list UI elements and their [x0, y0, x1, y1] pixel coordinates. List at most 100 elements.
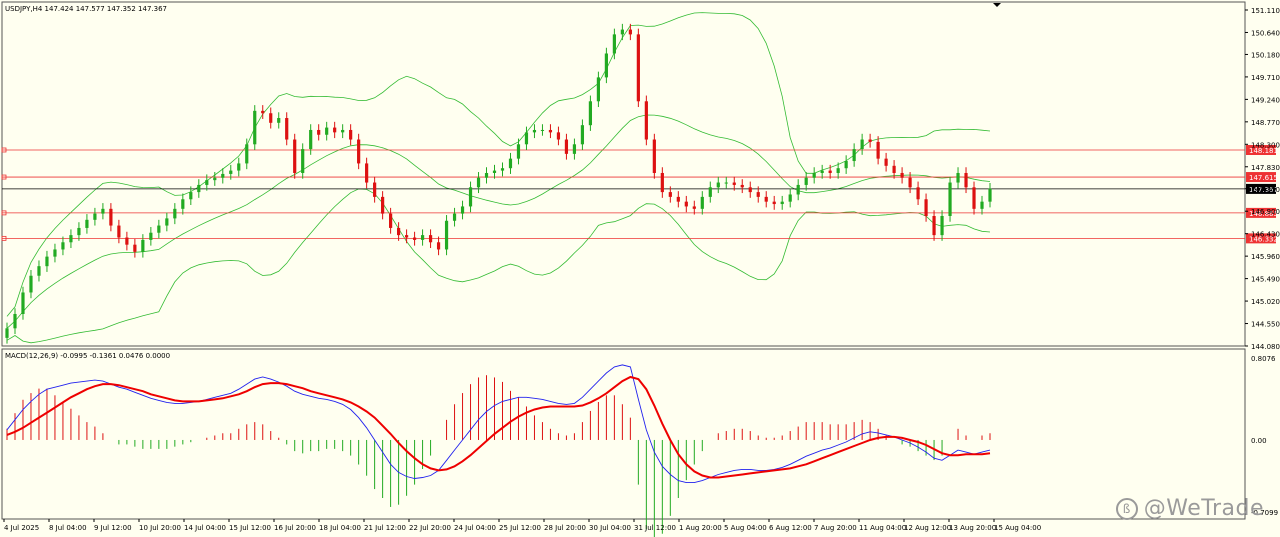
- candle-body: [476, 177, 481, 188]
- candle: [293, 133, 297, 179]
- watermark: ß @WeTrade: [1115, 496, 1264, 521]
- candle-body: [173, 208, 177, 219]
- time-tick-label: 8 Jul 04:00: [49, 524, 87, 532]
- candle-body: [572, 144, 577, 154]
- candle-body: [37, 266, 41, 276]
- candle-body: [532, 129, 537, 133]
- candle-body: [277, 118, 281, 123]
- candle-body: [764, 196, 768, 202]
- price-tick-label: 145.020: [1251, 298, 1280, 306]
- candle-body: [524, 132, 529, 145]
- candle-body: [692, 206, 696, 209]
- candle-body: [748, 187, 752, 193]
- time-tick-label: 15 Aug 04:00: [994, 524, 1041, 532]
- candle-body: [149, 232, 153, 240]
- time-tick-label: 15 Jul 12:00: [229, 524, 271, 532]
- candle-body: [604, 53, 608, 78]
- candle-body: [948, 182, 952, 216]
- candle-body: [628, 29, 632, 35]
- candle-body: [788, 194, 792, 202]
- price-tick-label: 145.490: [1251, 276, 1280, 284]
- candle-body: [980, 201, 984, 209]
- candle-body: [141, 239, 145, 252]
- candle: [644, 95, 648, 146]
- candle-body: [245, 144, 249, 164]
- candle-body: [940, 215, 944, 236]
- candle-body: [484, 172, 489, 178]
- candle-body: [5, 328, 9, 338]
- candle-body: [908, 177, 912, 188]
- candle-body: [269, 113, 273, 123]
- candle-body: [412, 237, 417, 240]
- candle-body: [349, 129, 353, 140]
- candle-body: [556, 132, 561, 140]
- price-tick-label: 150.180: [1251, 51, 1280, 59]
- candle-body: [684, 201, 688, 207]
- time-tick-label: 6 Aug 12:00: [769, 524, 812, 532]
- candle-body: [165, 218, 169, 226]
- candle-body: [261, 110, 265, 114]
- candle-body: [181, 199, 185, 209]
- trading-chart[interactable]: 148.181147.615146.865146.332147.367 0.80…: [0, 0, 1280, 537]
- candle-body: [836, 168, 840, 173]
- candle-body: [756, 192, 760, 197]
- candle-body: [125, 237, 129, 245]
- candle-body: [21, 292, 25, 314]
- candle-body: [636, 34, 640, 102]
- candle-body: [588, 101, 593, 126]
- candle-body: [397, 227, 401, 236]
- candle-body: [293, 139, 297, 173]
- candle-body: [492, 170, 497, 173]
- candle-body: [660, 172, 664, 193]
- price-tick-label: 146.900: [1251, 208, 1280, 216]
- symbol-header: USDJPY,H4 147.424 147.577 147.352 147.36…: [5, 5, 167, 13]
- candle-body: [29, 275, 33, 293]
- candle-body: [373, 182, 377, 197]
- chart-background: [0, 0, 1280, 537]
- price-tick-label: 149.240: [1251, 96, 1280, 104]
- candle-body: [548, 129, 553, 133]
- candle-body: [804, 177, 808, 185]
- candle-body: [972, 187, 976, 209]
- time-tick-label: 31 Jul 12:00: [634, 524, 676, 532]
- candle-body: [812, 172, 816, 178]
- candle-body: [333, 127, 337, 133]
- candle-body: [668, 192, 672, 197]
- candle-body: [452, 213, 457, 221]
- time-tick-label: 9 Jul 12:00: [94, 524, 132, 532]
- candle-body: [45, 256, 49, 267]
- candle-body: [53, 249, 57, 257]
- time-tick-label: 18 Jul 04:00: [319, 524, 361, 532]
- candle-body: [317, 129, 321, 135]
- price-tick-label: 148.300: [1251, 141, 1280, 149]
- macd-header: MACD(12,26,9) -0.0995 -0.1361 0.0476 0.0…: [5, 352, 170, 360]
- price-tick-label: 145.960: [1251, 253, 1280, 261]
- candle-body: [860, 139, 864, 150]
- price-tick-label: 146.430: [1251, 231, 1280, 239]
- candle-body: [708, 187, 712, 197]
- candle-body: [101, 208, 105, 214]
- candle-body: [892, 165, 896, 173]
- price-tick-label: 144.080: [1251, 343, 1280, 351]
- candle-body: [468, 187, 473, 207]
- candle-body: [988, 188, 992, 202]
- candle-body: [189, 192, 193, 200]
- candle-body: [916, 187, 920, 200]
- candle-body: [508, 158, 513, 169]
- candle-body: [197, 184, 201, 193]
- candle-body: [341, 129, 345, 133]
- candle: [253, 105, 257, 151]
- candle-body: [157, 225, 161, 233]
- time-tick-label: 14 Jul 04:00: [184, 524, 226, 532]
- candle-body: [932, 215, 936, 236]
- candle-body: [428, 235, 433, 243]
- candle-body: [780, 201, 784, 205]
- candle-body: [205, 180, 209, 185]
- candle-body: [61, 242, 65, 250]
- candle-body: [237, 163, 241, 171]
- price-tick-label: 149.710: [1251, 74, 1280, 82]
- time-tick-label: 21 Jul 12:00: [364, 524, 406, 532]
- candle-body: [109, 208, 113, 226]
- candle-body: [796, 184, 800, 195]
- candle-body: [365, 163, 369, 183]
